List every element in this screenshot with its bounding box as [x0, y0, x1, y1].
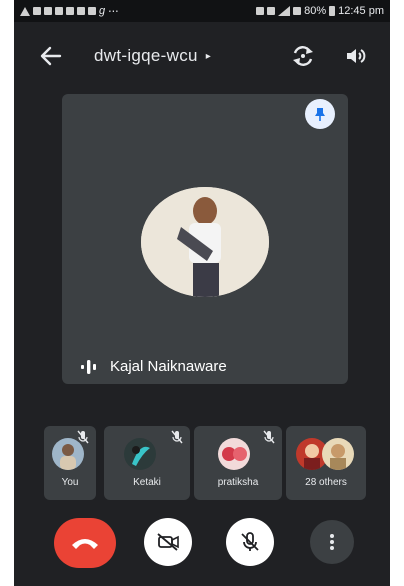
main-video-tile[interactable]: Kajal Naiknaware	[62, 94, 348, 384]
speaker-name: Kajal Naiknaware	[110, 358, 227, 375]
sim-icon	[293, 7, 302, 15]
participant-name: 28 others	[305, 477, 347, 488]
more-vertical-icon	[330, 534, 334, 550]
avatar	[322, 438, 354, 470]
camera-off-icon	[157, 533, 179, 551]
pin-button[interactable]	[305, 99, 335, 129]
notification-icon	[66, 7, 74, 15]
participant-tile-ketaki[interactable]: Ketaki	[104, 426, 190, 500]
participant-tile-pratiksha[interactable]: pratiksha	[194, 426, 282, 500]
phone-hangup-icon	[72, 539, 98, 549]
signal-icon	[278, 6, 291, 16]
battery-icon	[329, 6, 336, 16]
mic-off-icon	[263, 430, 275, 444]
speaker-avatar	[141, 187, 269, 297]
wifi-icon	[267, 7, 276, 15]
phone-screen: g ⋅⋅⋅ 80% 12:45 pm dwt-igqe-wcu ▸ Kajal …	[14, 0, 390, 586]
notification-icon	[77, 7, 85, 15]
participant-name: pratiksha	[217, 477, 259, 488]
avatar	[124, 438, 156, 470]
mic-off-icon	[171, 430, 183, 444]
pin-icon	[315, 108, 325, 121]
meeting-code-button[interactable]: dwt-igqe-wcu ▸	[94, 46, 211, 66]
speaker-name-row: Kajal Naiknaware	[80, 358, 227, 375]
avatar	[218, 438, 250, 470]
participant-name: You	[61, 477, 79, 488]
mic-off-icon	[77, 430, 89, 444]
switch-camera-icon	[293, 46, 313, 66]
google-icon: g	[99, 5, 106, 17]
call-header: dwt-igqe-wcu ▸	[14, 34, 390, 78]
back-button[interactable]	[38, 44, 64, 68]
battery-level: 80%	[304, 5, 327, 17]
status-bar: g ⋅⋅⋅ 80% 12:45 pm	[14, 0, 390, 22]
notification-icons: g ⋅⋅⋅	[20, 5, 119, 18]
arrow-left-icon	[40, 46, 62, 66]
more-options-button[interactable]	[310, 520, 354, 564]
participant-tile-others[interactable]: 28 others	[286, 426, 366, 500]
system-icons: 80% 12:45 pm	[256, 5, 384, 17]
participant-tile-you[interactable]: You	[44, 426, 96, 500]
mail-icon	[88, 7, 96, 15]
message-icon	[55, 7, 63, 15]
meeting-code: dwt-igqe-wcu	[94, 46, 198, 65]
camera-toggle-button[interactable]	[144, 518, 192, 566]
caret-right-icon: ▸	[205, 50, 212, 62]
mic-toggle-button[interactable]	[226, 518, 274, 566]
end-call-button[interactable]	[54, 518, 116, 568]
speaker-icon	[347, 49, 366, 63]
speaker-button[interactable]	[344, 44, 368, 68]
audio-wave-icon	[81, 359, 96, 374]
switch-camera-button[interactable]	[290, 44, 316, 68]
clock: 12:45 pm	[338, 5, 384, 17]
vibrate-icon	[256, 7, 265, 15]
warning-icon	[20, 6, 30, 16]
participant-name: Ketaki	[133, 477, 161, 488]
notification-icon	[44, 7, 52, 15]
more-notifications: ⋅⋅⋅	[108, 5, 119, 18]
mic-off-icon	[241, 532, 259, 551]
notification-icon	[33, 7, 41, 15]
person-photo	[141, 187, 269, 297]
